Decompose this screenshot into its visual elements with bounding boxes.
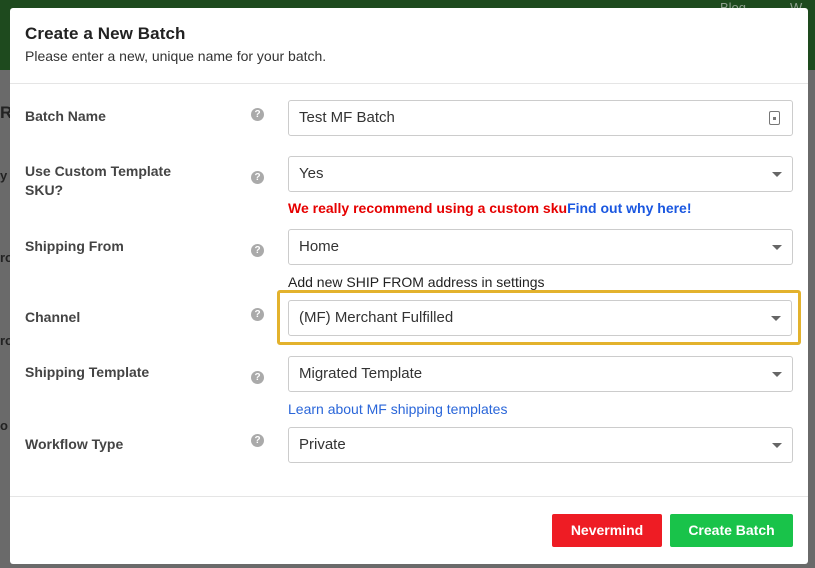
shipping-template-select[interactable]: Migrated Template: [288, 356, 793, 392]
mf-shipping-templates-link[interactable]: Learn about MF shipping templates: [288, 401, 507, 417]
shipping-template-label: Shipping Template: [25, 364, 150, 380]
workflow-type-help-icon[interactable]: ?: [251, 434, 264, 447]
custom-sku-value: Yes: [299, 165, 324, 182]
batch-name-value: Test MF Batch: [299, 109, 395, 126]
shipping-template-link-row: Learn about MF shipping templates: [288, 401, 507, 417]
chevron-down-icon: [772, 443, 782, 448]
custom-sku-label: Use Custom Template SKU?: [25, 163, 171, 198]
nevermind-button[interactable]: Nevermind: [552, 514, 662, 547]
create-batch-modal: Create a New Batch Please enter a new, u…: [10, 8, 808, 564]
background-text-fragment: y: [0, 168, 8, 183]
modal-subtitle: Please enter a new, unique name for your…: [25, 48, 327, 64]
shipping-from-value: Home: [299, 238, 340, 255]
shipping-from-label: Shipping From: [25, 238, 124, 254]
batch-name-input[interactable]: Test MF Batch: [288, 100, 793, 136]
batch-name-label: Batch Name: [25, 108, 106, 124]
custom-sku-select[interactable]: Yes: [288, 156, 793, 192]
find-out-why-link[interactable]: Find out why here!: [567, 200, 691, 216]
channel-select[interactable]: (MF) Merchant Fulfilled: [288, 300, 792, 336]
workflow-type-select[interactable]: Private: [288, 427, 793, 463]
modal-header: Create a New Batch Please enter a new, u…: [10, 8, 808, 84]
chevron-down-icon: [772, 245, 782, 250]
background-text-fragment: o: [0, 418, 8, 433]
chevron-down-icon: [772, 172, 782, 177]
channel-help-icon[interactable]: ?: [251, 308, 264, 321]
channel-label: Channel: [25, 309, 81, 325]
create-batch-button[interactable]: Create Batch: [670, 514, 793, 547]
modal-footer: Nevermind Create Batch: [10, 496, 808, 564]
shipping-template-value: Migrated Template: [299, 365, 423, 382]
shipping-from-help-icon[interactable]: ?: [251, 244, 264, 257]
shipping-from-hint: Add new SHIP FROM address in settings: [288, 274, 545, 290]
channel-value: (MF) Merchant Fulfilled: [299, 309, 454, 326]
chevron-down-icon: [771, 316, 781, 321]
chevron-down-icon: [772, 372, 782, 377]
contact-card-icon[interactable]: [769, 111, 780, 125]
batch-name-help-icon[interactable]: ?: [251, 108, 264, 121]
shipping-from-select[interactable]: Home: [288, 229, 793, 265]
workflow-type-value: Private: [299, 436, 346, 453]
custom-sku-help-icon[interactable]: ?: [251, 171, 264, 184]
custom-sku-warning: We really recommend using a custom skuFi…: [288, 200, 692, 216]
modal-title: Create a New Batch: [25, 24, 186, 43]
workflow-type-label: Workflow Type: [25, 436, 124, 452]
custom-sku-warning-text: We really recommend using a custom sku: [288, 200, 568, 216]
shipping-template-help-icon[interactable]: ?: [251, 371, 264, 384]
